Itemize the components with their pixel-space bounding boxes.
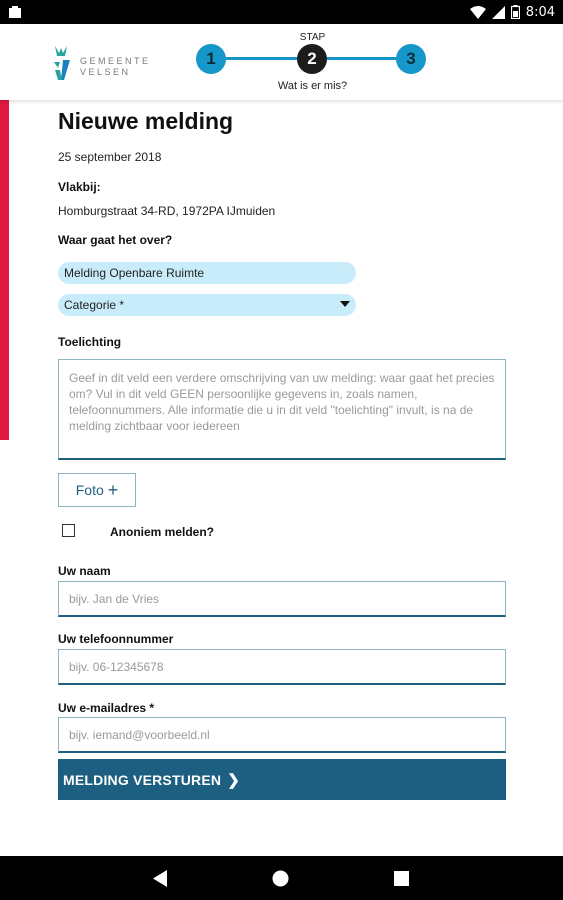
add-photo-button[interactable]: Foto + (58, 473, 136, 507)
status-bar: 8:04 (0, 0, 563, 24)
topic-label: Waar gaat het over? (58, 233, 173, 247)
dropdown-caret-icon (340, 301, 350, 307)
progress-stepper: STAP 1 2 3 Wat is er mis? (195, 32, 430, 96)
recents-icon[interactable] (394, 871, 409, 891)
signal-icon (491, 5, 505, 19)
logo-mark-icon (54, 46, 70, 80)
notification-icon (8, 5, 22, 19)
name-input[interactable]: bijv. Jan de Vries (58, 581, 506, 617)
submit-button[interactable]: MELDING VERSTUREN ❯ (58, 759, 506, 800)
step-2-active[interactable]: 2 (297, 44, 327, 74)
topic-value: Melding Openbare Ruimte (64, 266, 205, 280)
plus-icon: + (107, 480, 119, 500)
topic-select[interactable]: Melding Openbare Ruimte (58, 262, 356, 284)
category-select[interactable]: Categorie * (58, 294, 356, 316)
stepper-top-label: STAP (299, 32, 326, 43)
home-icon[interactable] (272, 870, 289, 892)
phone-input[interactable]: bijv. 06-12345678 (58, 649, 506, 685)
email-label: Uw e-mailadres * (58, 701, 155, 715)
email-input[interactable]: bijv. iemand@voorbeeld.nl (58, 717, 506, 753)
stepper-sub-label: Wat is er mis? (277, 80, 348, 92)
photo-button-label: Foto (75, 482, 104, 498)
page-title: Nieuwe melding (58, 108, 234, 134)
app-header: GEMEENTE VELSEN STAP 1 2 3 Wat is er mis… (0, 24, 563, 100)
category-value: Categorie * (64, 298, 125, 312)
step-1[interactable]: 1 (196, 44, 226, 74)
near-label: Vlakbij: (58, 180, 101, 194)
phone-label: Uw telefoonnummer (58, 632, 174, 646)
battery-icon (510, 5, 520, 19)
gemeente-velsen-logo: GEMEENTE VELSEN (52, 44, 162, 84)
explanation-label: Toelichting (58, 335, 122, 349)
chevron-right-icon: ❯ (227, 771, 240, 789)
explanation-textarea[interactable]: Geef in dit veld een verdere omschrijvin… (58, 359, 506, 460)
logo-text: GEMEENTE VELSEN (80, 56, 151, 77)
name-label: Uw naam (58, 564, 111, 578)
email-placeholder: bijv. iemand@voorbeeld.nl (69, 727, 210, 742)
step-3[interactable]: 3 (396, 44, 426, 74)
submit-label: MELDING VERSTUREN (63, 771, 222, 788)
anonymous-label: Anoniem melden? (110, 525, 215, 539)
phone-placeholder: bijv. 06-12345678 (69, 659, 164, 674)
wifi-icon (469, 5, 486, 19)
android-nav-bar (0, 856, 563, 900)
back-icon[interactable] (152, 870, 168, 892)
side-accent-bar (0, 100, 9, 440)
anonymous-checkbox[interactable] (62, 524, 75, 537)
name-placeholder: bijv. Jan de Vries (69, 591, 160, 606)
clock: 8:04 (525, 4, 555, 20)
address-value: Homburgstraat 34-RD, 1972PA IJmuiden (58, 204, 276, 218)
report-date: 25 september 2018 (58, 150, 162, 164)
